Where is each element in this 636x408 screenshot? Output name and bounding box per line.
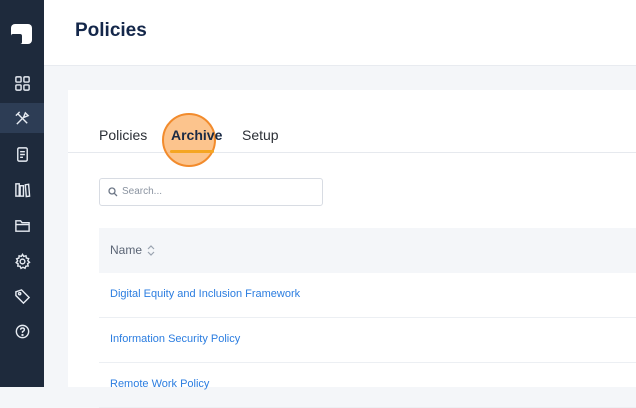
library-icon (14, 182, 30, 197)
sort-icon[interactable] (147, 245, 155, 256)
sidebar-item-help[interactable] (0, 316, 44, 346)
table-row: Information Security Policy (99, 318, 636, 363)
help-icon (15, 324, 29, 338)
policy-link[interactable]: Information Security Policy (110, 333, 240, 345)
document-icon (16, 146, 28, 162)
table-header: Name (99, 228, 636, 273)
dashboard-grid-icon (14, 75, 30, 91)
sidebar-item-tools[interactable] (0, 103, 44, 133)
page-title: Policies (75, 20, 147, 41)
search-icon (108, 187, 118, 197)
folder-icon (14, 219, 30, 232)
tab-archive[interactable]: Archive (171, 127, 222, 143)
tab-bar: Policies Archive Setup (68, 90, 636, 167)
policies-panel: Policies Archive Setup Name Digital Equi… (68, 90, 636, 408)
table-row: Remote Work Policy (99, 363, 636, 408)
sidebar-item-library[interactable] (0, 174, 44, 204)
tab-policies[interactable]: Policies (99, 127, 147, 143)
active-tab-indicator (170, 150, 214, 153)
tag-icon (14, 288, 30, 304)
sidebar (0, 0, 44, 387)
tools-icon (14, 110, 29, 125)
sidebar-item-dashboard[interactable] (0, 68, 44, 98)
column-header-name[interactable]: Name (110, 243, 142, 257)
policy-link[interactable]: Digital Equity and Inclusion Framework (110, 288, 300, 300)
sidebar-item-documents[interactable] (0, 139, 44, 169)
search-box (99, 178, 323, 206)
sidebar-item-folders[interactable] (0, 210, 44, 240)
policy-link[interactable]: Remote Work Policy (110, 378, 209, 390)
sidebar-item-settings[interactable] (0, 246, 44, 276)
search-input[interactable] (122, 183, 312, 199)
settings-gear-icon (14, 252, 31, 269)
table-row: Digital Equity and Inclusion Framework (99, 273, 636, 318)
app-logo-icon[interactable] (11, 24, 32, 44)
tab-setup[interactable]: Setup (242, 127, 279, 143)
page-header: Policies (44, 0, 636, 66)
sidebar-item-tags[interactable] (0, 281, 44, 311)
